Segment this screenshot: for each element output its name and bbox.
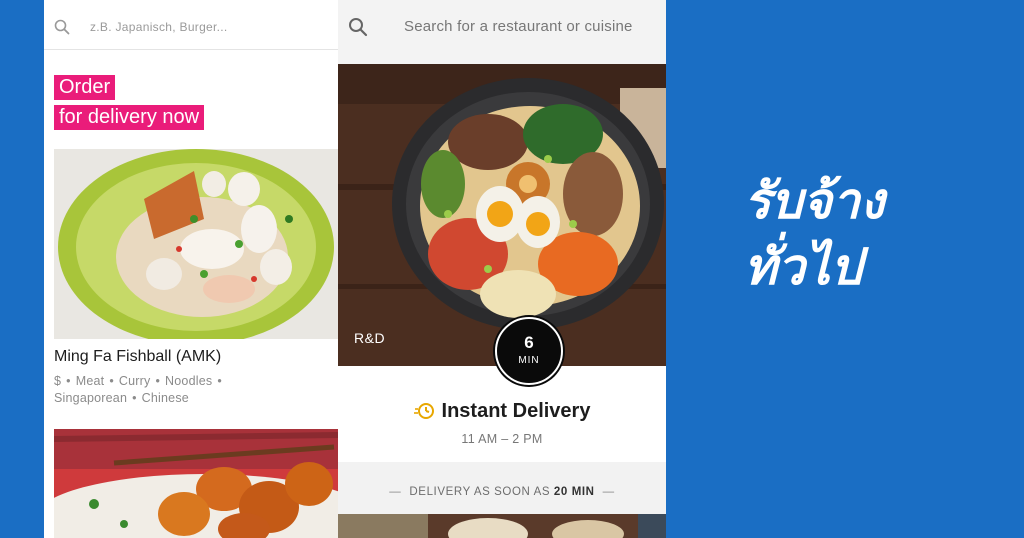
divider-dash: — — [389, 486, 402, 498]
tag-separator: • — [155, 374, 161, 388]
tag-separator: • — [109, 374, 114, 388]
search-icon — [348, 17, 368, 42]
restaurant-photo-strip[interactable] — [338, 514, 666, 538]
restaurant-photo-fishball[interactable] — [54, 149, 338, 339]
instant-delivery-hours: 11 AM – 2 PM — [461, 432, 543, 446]
promo-line-1: Order — [54, 75, 116, 100]
search-icon — [54, 19, 70, 40]
eta-value: 6 — [524, 333, 534, 352]
restaurant-tags: $ • Meat • Curry • Noodles • Singaporean • Chinese — [54, 373, 334, 407]
promo-banner: Order for delivery now — [54, 75, 205, 135]
tag: Meat — [75, 374, 105, 388]
divider-dash: — — [602, 486, 615, 498]
eta-unit: MIN — [518, 355, 540, 366]
hero-food-photo-bibimbap[interactable] — [338, 64, 666, 366]
tag: Singaporean — [54, 391, 128, 405]
tag: $ — [54, 374, 62, 388]
tag: Curry — [118, 374, 151, 388]
tag: Noodles — [165, 374, 213, 388]
search-bar-left[interactable]: z.B. Japanisch, Burger... — [44, 6, 338, 50]
restaurant-name[interactable]: Ming Fa Fishball (AMK) — [54, 348, 221, 366]
headline-line-1: รับจ้าง — [744, 172, 885, 230]
search-input-left[interactable]: z.B. Japanisch, Burger... — [90, 20, 228, 34]
clock-icon — [413, 402, 436, 426]
tag-separator: • — [132, 391, 137, 405]
delivery-eta-text: — DELIVERY AS SOON AS 20 MIN — — [338, 486, 666, 498]
delivery-eta-highlight: 20 MIN — [553, 486, 595, 498]
headline-line-2: ทั่วไป — [744, 238, 862, 296]
hero-label: R&D — [354, 330, 386, 346]
thai-headline: รับจ้าง ทั่วไป — [744, 168, 884, 300]
tag: Chinese — [141, 391, 189, 405]
promo-line-2: for delivery now — [54, 105, 205, 130]
tag-separator: • — [66, 374, 71, 388]
tag-separator: • — [217, 374, 222, 388]
middle-app-screen: Search for a restaurant or cuisine R&D 6… — [338, 0, 666, 538]
search-input-mid[interactable]: Search for a restaurant or cuisine — [404, 18, 633, 35]
delivery-eta-prefix: DELIVERY AS SOON AS — [409, 486, 551, 498]
search-bar-mid[interactable]: Search for a restaurant or cuisine — [338, 0, 666, 64]
left-app-screen: z.B. Japanisch, Burger... Order for deli… — [44, 0, 338, 538]
instant-delivery-title-row: Instant Delivery — [338, 400, 666, 426]
restaurant-photo-2[interactable] — [54, 429, 338, 538]
eta-badge: 6 MIN — [495, 317, 563, 385]
instant-delivery-title: Instant Delivery — [441, 400, 591, 422]
instant-delivery-section[interactable]: Instant Delivery 11 AM – 2 PM — [338, 400, 666, 446]
